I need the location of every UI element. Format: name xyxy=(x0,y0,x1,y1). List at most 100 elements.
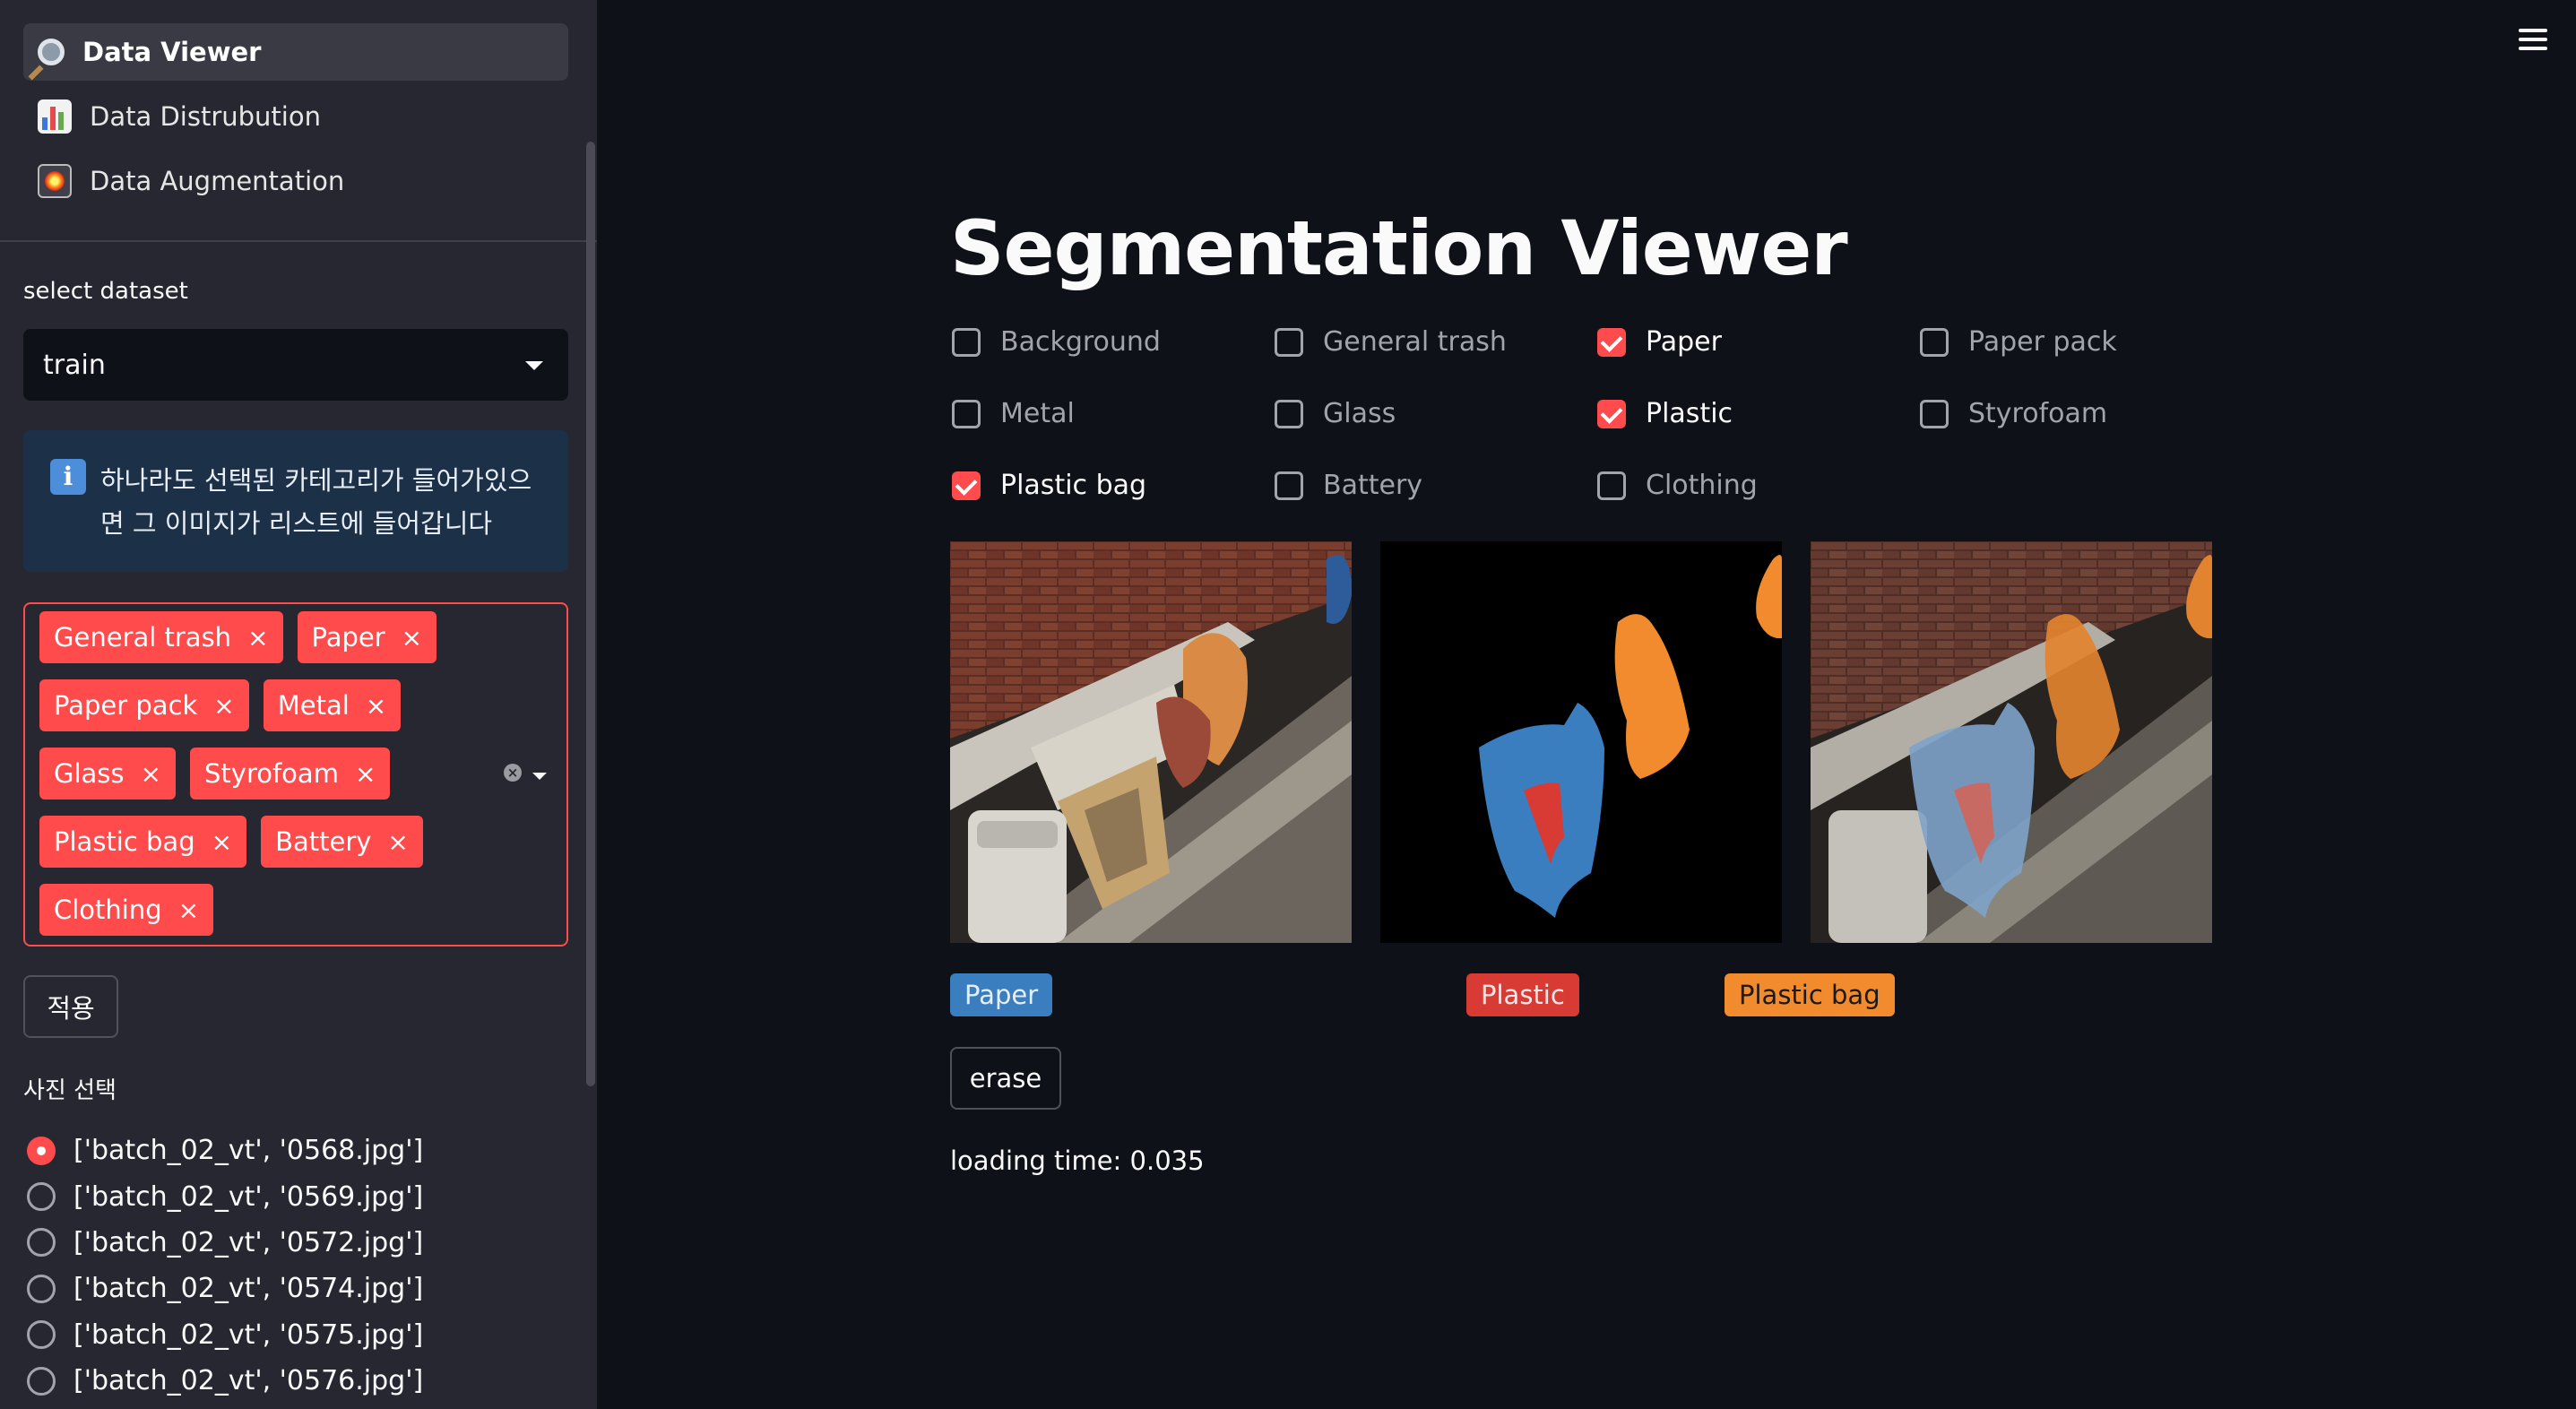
remove-tag-icon[interactable]: × xyxy=(402,623,422,653)
category-tag: Paper pack × xyxy=(39,679,249,731)
photo-radio-option[interactable]: ['batch_02_vt', '0574.jpg'] xyxy=(27,1266,423,1311)
photo-radio-label: ['batch_02_vt', '0575.jpg'] xyxy=(73,1318,424,1351)
photo-radio-label: ['batch_02_vt', '0576.jpg'] xyxy=(73,1365,424,1397)
remove-tag-icon[interactable]: × xyxy=(247,623,268,653)
chevron-down-icon xyxy=(525,361,543,370)
photo-radio-label: ['batch_02_vt', '0568.jpg'] xyxy=(73,1135,424,1167)
category-checkbox[interactable]: Battery xyxy=(1275,470,1422,501)
remove-tag-icon[interactable]: × xyxy=(141,759,161,789)
original-image xyxy=(950,541,1352,943)
erase-button[interactable]: erase xyxy=(950,1047,1061,1110)
legend-plastic-bag: Plastic bag xyxy=(1725,973,1895,1016)
checkbox-label: Metal xyxy=(1000,398,1075,429)
apply-button[interactable]: 적용 xyxy=(23,975,118,1038)
photo-radio-option[interactable]: ['batch_02_vt', '0569.jpg'] xyxy=(27,1173,423,1219)
radio-button[interactable] xyxy=(27,1136,56,1165)
dataset-select-label: select dataset xyxy=(23,278,188,305)
checkbox-box[interactable] xyxy=(1275,399,1303,428)
legend-plastic: Plastic xyxy=(1466,973,1579,1016)
remove-tag-icon[interactable]: × xyxy=(387,827,408,857)
segmentation-mask-image xyxy=(1380,541,1782,943)
checkbox-label: Paper pack xyxy=(1968,326,2117,358)
fireworks-icon xyxy=(38,164,72,198)
category-tag: Plastic bag × xyxy=(39,816,247,868)
category-tag-label: Battery xyxy=(275,826,372,857)
category-checkbox[interactable]: Plastic bag xyxy=(952,470,1146,501)
overlay-image xyxy=(1811,541,2212,943)
category-checkbox[interactable]: Paper pack xyxy=(1920,326,2117,358)
radio-button[interactable] xyxy=(27,1366,56,1396)
category-checkbox[interactable]: Metal xyxy=(952,398,1075,429)
category-tag: General trash × xyxy=(39,611,283,663)
checkbox-box[interactable] xyxy=(1597,471,1626,500)
checkbox-label: Glass xyxy=(1323,398,1396,429)
checkbox-box[interactable] xyxy=(1597,327,1626,357)
photo-radio-label: ['batch_02_vt', '0569.jpg'] xyxy=(73,1180,424,1213)
category-checkbox[interactable]: Paper xyxy=(1597,326,1722,358)
checkbox-box[interactable] xyxy=(1920,399,1949,428)
category-tag-label: Clothing xyxy=(54,895,162,925)
multiselect-tags: General trash × Paper × Paper pack × Metal × Gla… xyxy=(39,611,523,952)
photo-radio-option[interactable]: ['batch_02_vt', '0575.jpg'] xyxy=(27,1312,423,1358)
dataset-select[interactable]: train xyxy=(23,329,568,401)
category-tag: Battery × xyxy=(261,816,423,868)
page-title: Segmentation Viewer xyxy=(950,204,1848,292)
magnifier-icon xyxy=(38,39,65,65)
category-tag-label: Paper pack xyxy=(54,690,198,721)
category-multiselect[interactable]: General trash × Paper × Paper pack × Metal × Gla… xyxy=(23,602,568,947)
radio-button[interactable] xyxy=(27,1182,56,1212)
category-checkbox[interactable]: Plastic xyxy=(1597,398,1733,429)
checkbox-label: Styrofoam xyxy=(1968,398,2108,429)
checkbox-label: Plastic xyxy=(1646,398,1733,429)
photo-radio-label: ['batch_02_vt', '0572.jpg'] xyxy=(73,1226,424,1258)
remove-tag-icon[interactable]: × xyxy=(213,691,234,721)
radio-button[interactable] xyxy=(27,1228,56,1258)
category-tag: Styrofoam × xyxy=(190,748,391,800)
photo-radio-option[interactable]: ['batch_02_vt', '0568.jpg'] xyxy=(27,1128,423,1173)
checkbox-label: General trash xyxy=(1323,326,1507,358)
chevron-down-icon[interactable] xyxy=(532,773,547,780)
checkbox-box[interactable] xyxy=(952,471,981,500)
dataset-select-value: train xyxy=(43,349,106,381)
category-checkbox[interactable]: Glass xyxy=(1275,398,1396,429)
nav-item-data-viewer[interactable]: Data Viewer xyxy=(23,23,568,81)
sidebar-scrollbar[interactable] xyxy=(586,142,595,1086)
category-checkbox[interactable]: Clothing xyxy=(1597,470,1758,501)
checkbox-label: Clothing xyxy=(1646,470,1758,501)
clear-all-icon[interactable]: × xyxy=(504,764,522,782)
category-tag: Clothing × xyxy=(39,884,214,936)
photo-select-label: 사진 선택 xyxy=(23,1077,117,1104)
checkbox-box[interactable] xyxy=(1275,471,1303,500)
checkbox-box[interactable] xyxy=(1275,327,1303,357)
category-checkbox[interactable]: Background xyxy=(952,326,1161,358)
checkbox-box[interactable] xyxy=(952,327,981,357)
nav-item-data-augmentation[interactable]: Data Augmentation xyxy=(23,152,568,210)
radio-button[interactable] xyxy=(27,1274,56,1303)
hamburger-menu-icon[interactable] xyxy=(2519,29,2547,56)
category-tag-label: Plastic bag xyxy=(54,826,195,857)
photo-radio-option[interactable]: ['batch_02_vt', '0572.jpg'] xyxy=(27,1220,423,1266)
category-tag: Metal × xyxy=(263,679,402,731)
remove-tag-icon[interactable]: × xyxy=(355,759,376,789)
loading-time-text: loading time: 0.035 xyxy=(950,1145,1205,1176)
checkbox-box[interactable] xyxy=(952,399,981,428)
checkbox-box[interactable] xyxy=(1597,399,1626,428)
photo-radio-label: ['batch_02_vt', '0574.jpg'] xyxy=(73,1273,424,1305)
radio-button[interactable] xyxy=(27,1320,56,1350)
category-checkbox[interactable]: Styrofoam xyxy=(1920,398,2107,429)
information-icon: i xyxy=(50,459,86,495)
remove-tag-icon[interactable]: × xyxy=(366,691,386,721)
category-tag-label: Glass xyxy=(54,758,125,789)
nav-item-data-distribution[interactable]: Data Distrubution xyxy=(23,88,568,145)
category-tag: Paper × xyxy=(297,611,437,663)
remove-tag-icon[interactable]: × xyxy=(212,827,232,857)
category-checkbox[interactable]: General trash xyxy=(1275,326,1507,358)
remove-tag-icon[interactable]: × xyxy=(178,895,199,925)
nav-item-label: Data Viewer xyxy=(82,37,262,67)
checkbox-label: Paper xyxy=(1646,326,1722,358)
checkbox-box[interactable] xyxy=(1920,327,1949,357)
legend-paper: Paper xyxy=(950,973,1053,1016)
category-tag-label: Styrofoam xyxy=(204,758,339,789)
photo-radio-option[interactable]: ['batch_02_vt', '0576.jpg'] xyxy=(27,1358,423,1404)
category-tag-label: Metal xyxy=(277,690,350,721)
